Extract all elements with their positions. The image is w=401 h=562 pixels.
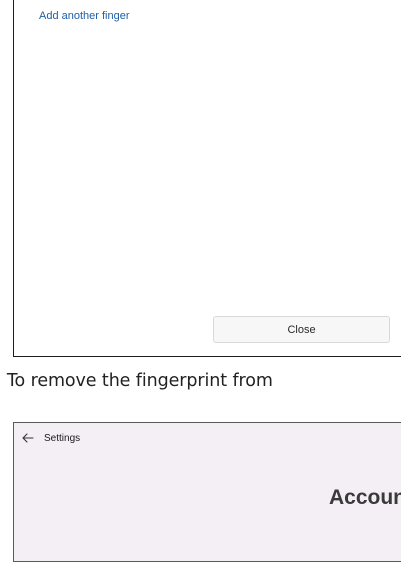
fingerprint-setup-dialog [13, 0, 401, 357]
article-paragraph-text: . To remove the fingerprint from [0, 371, 273, 391]
fingerprint-setup-dialog-screenshot: Add another finger Close [0, 0, 401, 360]
back-arrow-icon[interactable] [19, 429, 37, 447]
add-another-finger-link[interactable]: Add another finger [39, 10, 130, 22]
settings-title-bar: Settings [14, 423, 401, 453]
settings-window-screenshot: Settings Accoun [13, 422, 401, 562]
settings-app-title: Settings [44, 432, 81, 444]
settings-page-heading: Accoun [329, 486, 401, 509]
close-button[interactable]: Close [213, 316, 390, 343]
